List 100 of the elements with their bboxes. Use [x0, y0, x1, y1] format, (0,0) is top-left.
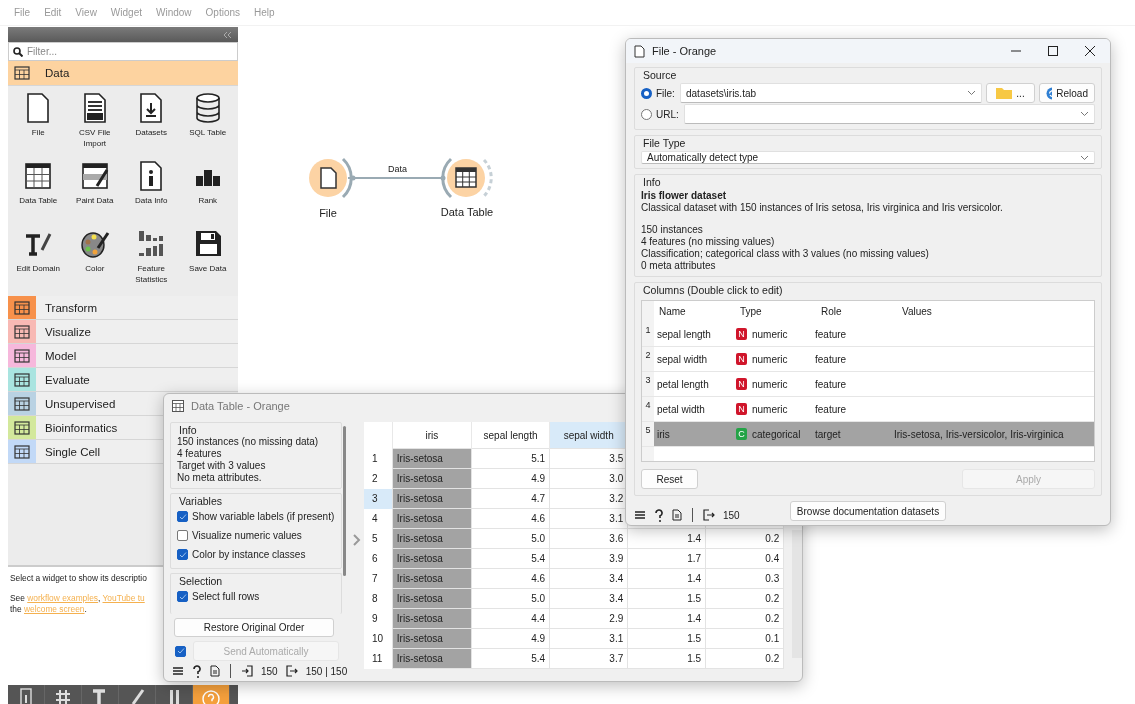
- collapse-icon[interactable]: [224, 31, 232, 38]
- widget-label: Save Data: [188, 264, 228, 275]
- scrollbar[interactable]: [343, 426, 346, 576]
- table-row[interactable]: sepal width N numeric feature: [654, 347, 1094, 371]
- info-text: 0 meta attributes: [641, 260, 717, 272]
- close-icon[interactable]: [1084, 45, 1096, 57]
- row-header[interactable]: 5: [364, 528, 393, 549]
- row-header[interactable]: 9: [364, 608, 393, 629]
- table-cell: Iris-setosa: [392, 488, 472, 509]
- table-cell-text: feature: [814, 403, 848, 415]
- browse-button[interactable]: ...: [986, 83, 1035, 103]
- table-row[interactable]: petal length N numeric feature: [654, 372, 1094, 396]
- description-text: Select a widget to show its descriptio: [10, 573, 147, 584]
- scrollbar[interactable]: [792, 530, 802, 658]
- table-row[interactable]: iris C categorical target Iris-setosa, Iris-versicolor, Iris-virginica: [654, 422, 1094, 446]
- paint-table-icon[interactable]: [79, 160, 110, 192]
- table-row[interactable]: sepal length N numeric feature: [654, 322, 1094, 346]
- table-cell: numeric: [752, 378, 788, 390]
- category-header[interactable]: Transform: [8, 296, 238, 320]
- checkbox-label: Select full rows: [192, 591, 260, 602]
- table-icon: [172, 400, 184, 412]
- table-cell: 5.1: [471, 448, 550, 469]
- table-cell: 4.6: [471, 568, 550, 589]
- menu-icon[interactable]: [172, 665, 184, 677]
- radio-button[interactable]: [641, 108, 652, 120]
- row-header[interactable]: 1: [364, 448, 393, 469]
- node-label: Data Table: [439, 206, 495, 218]
- category-header[interactable]: Data: [8, 61, 238, 86]
- browse-datasets-button[interactable]: Browse documentation datasets: [789, 501, 947, 521]
- row-header[interactable]: 2: [364, 468, 393, 489]
- table-cell-text: sepal width: [656, 353, 709, 365]
- document-icon[interactable]: [672, 509, 682, 521]
- widget-label: Data Info: [134, 196, 169, 207]
- output-count: 150 | 150: [305, 665, 348, 677]
- data-table-node[interactable]: [441, 157, 493, 199]
- column-header[interactable]: Name: [654, 301, 735, 322]
- table-row[interactable]: petal width N numeric feature: [654, 397, 1094, 421]
- info-text: 4 features (no missing values): [641, 236, 776, 248]
- table-cell: 5.4: [471, 648, 550, 669]
- row-header[interactable]: 6: [364, 548, 393, 569]
- category-header[interactable]: Evaluate: [8, 368, 238, 392]
- type-badge: N: [736, 353, 747, 365]
- help-icon: [202, 688, 220, 704]
- group-title: Info: [643, 176, 662, 188]
- document-icon[interactable]: [210, 665, 220, 677]
- table-cell: Iris-setosa: [392, 648, 472, 669]
- reset-button[interactable]: Reset: [641, 469, 698, 489]
- filter-field[interactable]: Filter...: [8, 42, 238, 61]
- group-title: Source: [643, 69, 678, 81]
- group-title: Columns (Double click to edit): [643, 284, 784, 296]
- menu-icon[interactable]: [634, 509, 646, 521]
- url-field[interactable]: [684, 104, 1095, 124]
- row-header[interactable]: 3: [364, 488, 393, 509]
- row-header[interactable]: 10: [364, 628, 393, 649]
- dataset-description: Classical dataset with 150 instances of Iris setosa, Iris virginica and Iris versicolor.: [641, 202, 1004, 214]
- category-header[interactable]: Visualize: [8, 320, 238, 344]
- output-icon: [703, 509, 715, 521]
- table-cell: 3.9: [549, 548, 628, 569]
- table-icon[interactable]: [23, 160, 54, 192]
- row-number: 5: [642, 422, 654, 446]
- table-cell: Iris-setosa: [392, 448, 472, 469]
- table-cell: 2.9: [549, 608, 628, 629]
- type-badge: N: [736, 403, 747, 415]
- column-header[interactable]: Role: [816, 301, 897, 322]
- radio-button[interactable]: [641, 87, 652, 99]
- file-node[interactable]: [309, 157, 353, 199]
- table-cell: 1.4: [627, 568, 706, 589]
- row-header[interactable]: 8: [364, 588, 393, 609]
- table-cell: numeric: [752, 403, 788, 415]
- column-header[interactable]: sepal width: [549, 422, 628, 449]
- output-icon: [285, 665, 298, 677]
- restore-order-button[interactable]: Restore Original Order: [174, 618, 334, 637]
- help-icon[interactable]: [192, 664, 202, 678]
- table-cell: 0.1: [705, 628, 784, 649]
- file-path-dropdown[interactable]: datasets\iris.tab: [680, 83, 982, 103]
- table-cell-text: petal length: [656, 378, 710, 390]
- help-icon[interactable]: [654, 508, 664, 522]
- checkbox-label: Visualize numeric values: [192, 530, 302, 541]
- column-header[interactable]: Type: [735, 301, 816, 322]
- table-cell: 0.2: [705, 588, 784, 609]
- table-cell-text: feature: [814, 328, 848, 340]
- checkbox[interactable]: [177, 549, 188, 560]
- column-header[interactable]: Values: [897, 301, 1094, 322]
- row-header[interactable]: 4: [364, 508, 393, 529]
- row-header[interactable]: 7: [364, 568, 393, 589]
- table-cell: Iris-setosa: [392, 608, 472, 629]
- widget-label: Paint Data: [75, 196, 115, 207]
- table-cell: 5.4: [471, 548, 550, 569]
- maximize-icon[interactable]: [1047, 45, 1059, 57]
- checkbox[interactable]: [177, 591, 188, 602]
- row-header[interactable]: 11: [364, 648, 393, 669]
- help-button[interactable]: [193, 685, 230, 704]
- category-header[interactable]: Model: [8, 344, 238, 368]
- column-header[interactable]: sepal length: [471, 422, 550, 449]
- checkbox[interactable]: [177, 511, 188, 522]
- row-number: 3: [642, 372, 654, 396]
- reload-button[interactable]: Reload: [1039, 83, 1095, 103]
- table-cell: 4.7: [471, 488, 550, 509]
- file-type-dropdown[interactable]: Automatically detect type: [641, 151, 1095, 164]
- checkbox[interactable]: [177, 530, 188, 541]
